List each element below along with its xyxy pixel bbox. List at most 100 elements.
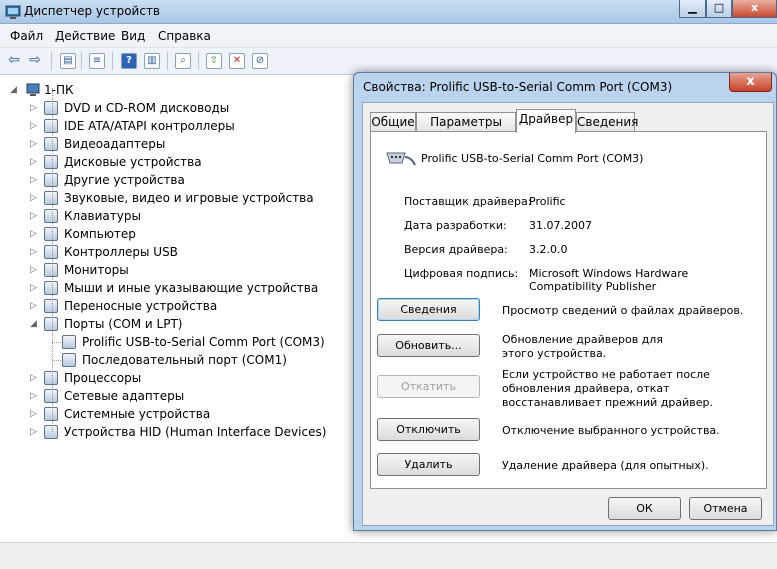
update-driver-icon[interactable]: ⇧ xyxy=(206,53,222,69)
toolbar-separator xyxy=(167,52,168,70)
expand-arrow-icon[interactable]: ▷ xyxy=(30,369,37,387)
display-adapter-icon xyxy=(44,137,58,151)
show-hide-tree-icon[interactable]: ▤ xyxy=(60,53,76,69)
usb-icon xyxy=(44,245,58,259)
expand-arrow-icon[interactable]: ▷ xyxy=(30,297,37,315)
tree-item-label: Контроллеры USB xyxy=(64,245,178,259)
disable-device-button[interactable]: Отключить xyxy=(377,418,480,441)
tree-connector xyxy=(52,360,61,361)
port-icon xyxy=(44,317,58,331)
tree-item-label: Мониторы xyxy=(64,263,129,277)
tree-item-label: Видеоадаптеры xyxy=(64,137,166,151)
rollback-driver-desc: Если устройство не работает после обновл… xyxy=(502,368,713,409)
driver-date-label: Дата разработки: xyxy=(404,219,507,232)
expand-arrow-icon[interactable]: ▷ xyxy=(30,171,37,189)
menu-action[interactable]: Действие xyxy=(55,29,115,43)
driver-version-label: Версия драйвера: xyxy=(404,243,508,256)
tree-root-label: 1-ПК xyxy=(44,83,74,97)
tree-item-label: Prolific USB-to-Serial Comm Port (COM3) xyxy=(82,335,325,349)
tree-item-label: Сетевые адаптеры xyxy=(64,389,185,403)
expand-arrow-icon[interactable]: ▷ xyxy=(30,207,37,225)
portable-device-icon xyxy=(44,299,58,313)
back-arrow-icon[interactable]: ⇦ xyxy=(6,53,22,69)
expand-arrow-icon[interactable]: ▷ xyxy=(30,225,37,243)
expanded-arrow-icon[interactable]: ◢ xyxy=(30,315,37,333)
title-bar: Диспетчер устройств ▁ □ x xyxy=(0,0,777,24)
driver-provider-label: Поставщик драйвера: xyxy=(404,195,532,208)
disable-device-desc: Отключение выбранного устройства. xyxy=(502,424,720,437)
device-name: Prolific USB-to-Serial Comm Port (COM3) xyxy=(421,152,644,165)
action-pane-icon[interactable]: ▥ xyxy=(144,53,160,69)
processor-icon xyxy=(44,371,58,385)
scan-hardware-icon[interactable]: ⌕ xyxy=(175,53,191,69)
unknown-device-icon xyxy=(44,173,58,187)
toolbar-separator xyxy=(51,52,52,70)
tree-item-label: Переносные устройства xyxy=(64,299,218,313)
disable-device-icon[interactable]: ⊘ xyxy=(252,53,268,69)
toolbar-separator xyxy=(112,52,113,70)
driver-details-button[interactable]: Сведения xyxy=(377,298,480,321)
close-button[interactable]: x xyxy=(732,0,777,18)
rollback-driver-button[interactable]: Откатить xyxy=(377,375,480,398)
dialog-close-button[interactable]: x xyxy=(729,73,772,92)
tree-connector xyxy=(52,342,61,343)
ok-button[interactable]: ОК xyxy=(608,497,681,520)
expand-arrow-icon[interactable]: ▷ xyxy=(30,99,37,117)
tab-driver[interactable]: Драйвер xyxy=(516,109,576,133)
device-tree: ◢ 1-ПК ▷ DVD и CD-ROM дисководы ▷ IDE ATA/A… xyxy=(0,78,355,540)
tab-general[interactable]: Общие xyxy=(370,112,416,132)
tab-details[interactable]: Сведения xyxy=(576,112,638,132)
menu-file[interactable]: Файл xyxy=(10,29,43,43)
expand-arrow-icon[interactable]: ▷ xyxy=(30,117,37,135)
tree-item-label: IDE ATA/ATAPI контроллеры xyxy=(64,119,235,133)
forward-arrow-icon[interactable]: ⇨ xyxy=(27,53,43,69)
dialog-title: Свойства: Prolific USB-to-Serial Comm Po… xyxy=(363,80,673,94)
properties-dialog: Свойства: Prolific USB-to-Serial Comm Po… xyxy=(353,72,777,531)
uninstall-device-icon[interactable]: ✕ xyxy=(229,53,245,69)
expand-arrow-icon[interactable]: ◢ xyxy=(10,81,17,99)
tree-item-label: Последовательный порт (COM1) xyxy=(82,353,287,367)
expand-arrow-icon[interactable]: ▷ xyxy=(30,135,37,153)
expand-arrow-icon[interactable]: ▷ xyxy=(30,153,37,171)
tree-connector xyxy=(52,333,53,360)
driver-details-desc: Просмотр сведений о файлах драйверов. xyxy=(502,304,744,317)
tree-root[interactable]: ◢ 1-ПК xyxy=(0,81,120,99)
expand-arrow-icon[interactable]: ▷ xyxy=(30,261,37,279)
properties-icon[interactable]: ≡ xyxy=(89,53,105,69)
dialog-client-area: Общие Параметры порта Драйвер Сведения P… xyxy=(362,102,774,526)
expand-arrow-icon[interactable]: ▷ xyxy=(30,243,37,261)
minimize-button[interactable]: ▁ xyxy=(679,0,706,18)
disk-drive-icon xyxy=(44,155,58,169)
serial-port-icon xyxy=(386,152,416,166)
tree-item-label: Клавиатуры xyxy=(64,209,141,223)
tree-item-label: Дисковые устройства xyxy=(64,155,202,169)
keyboard-icon xyxy=(44,209,58,223)
hid-icon xyxy=(44,425,58,439)
menu-help[interactable]: Справка xyxy=(158,29,211,43)
update-driver-button[interactable]: Обновить... xyxy=(377,334,480,357)
cdrom-icon xyxy=(44,101,58,115)
expand-arrow-icon[interactable]: ▷ xyxy=(30,189,37,207)
tab-port-settings[interactable]: Параметры порта xyxy=(416,112,516,147)
tree-item-label: DVD и CD-ROM дисководы xyxy=(64,101,230,115)
computer-icon xyxy=(44,227,58,241)
ide-controller-icon xyxy=(44,119,58,133)
uninstall-driver-desc: Удаление драйвера (для опытных). xyxy=(502,459,709,472)
tree-item-label: Звуковые, видео и игровые устройства xyxy=(64,191,314,205)
expand-arrow-icon[interactable]: ▷ xyxy=(30,423,37,441)
menu-view[interactable]: Вид xyxy=(121,29,145,43)
tree-item-label: Порты (COM и LPT) xyxy=(64,317,183,331)
expand-arrow-icon[interactable]: ▷ xyxy=(30,405,37,423)
tree-item-label: Процессоры xyxy=(64,371,142,385)
help-icon[interactable]: ? xyxy=(121,53,137,69)
tree-item-label: Устройства HID (Human Interface Devices) xyxy=(64,425,327,439)
maximize-button[interactable]: □ xyxy=(706,0,732,18)
tree-item-label: Мыши и иные указывающие устройства xyxy=(64,281,319,295)
expand-arrow-icon[interactable]: ▷ xyxy=(30,279,37,297)
cancel-button[interactable]: Отмена xyxy=(689,497,762,520)
uninstall-driver-button[interactable]: Удалить xyxy=(377,453,480,476)
device-manager-icon xyxy=(5,5,21,19)
port-icon xyxy=(62,335,76,349)
driver-tab-panel: Prolific USB-to-Serial Comm Port (COM3) … xyxy=(370,131,767,489)
expand-arrow-icon[interactable]: ▷ xyxy=(30,387,37,405)
